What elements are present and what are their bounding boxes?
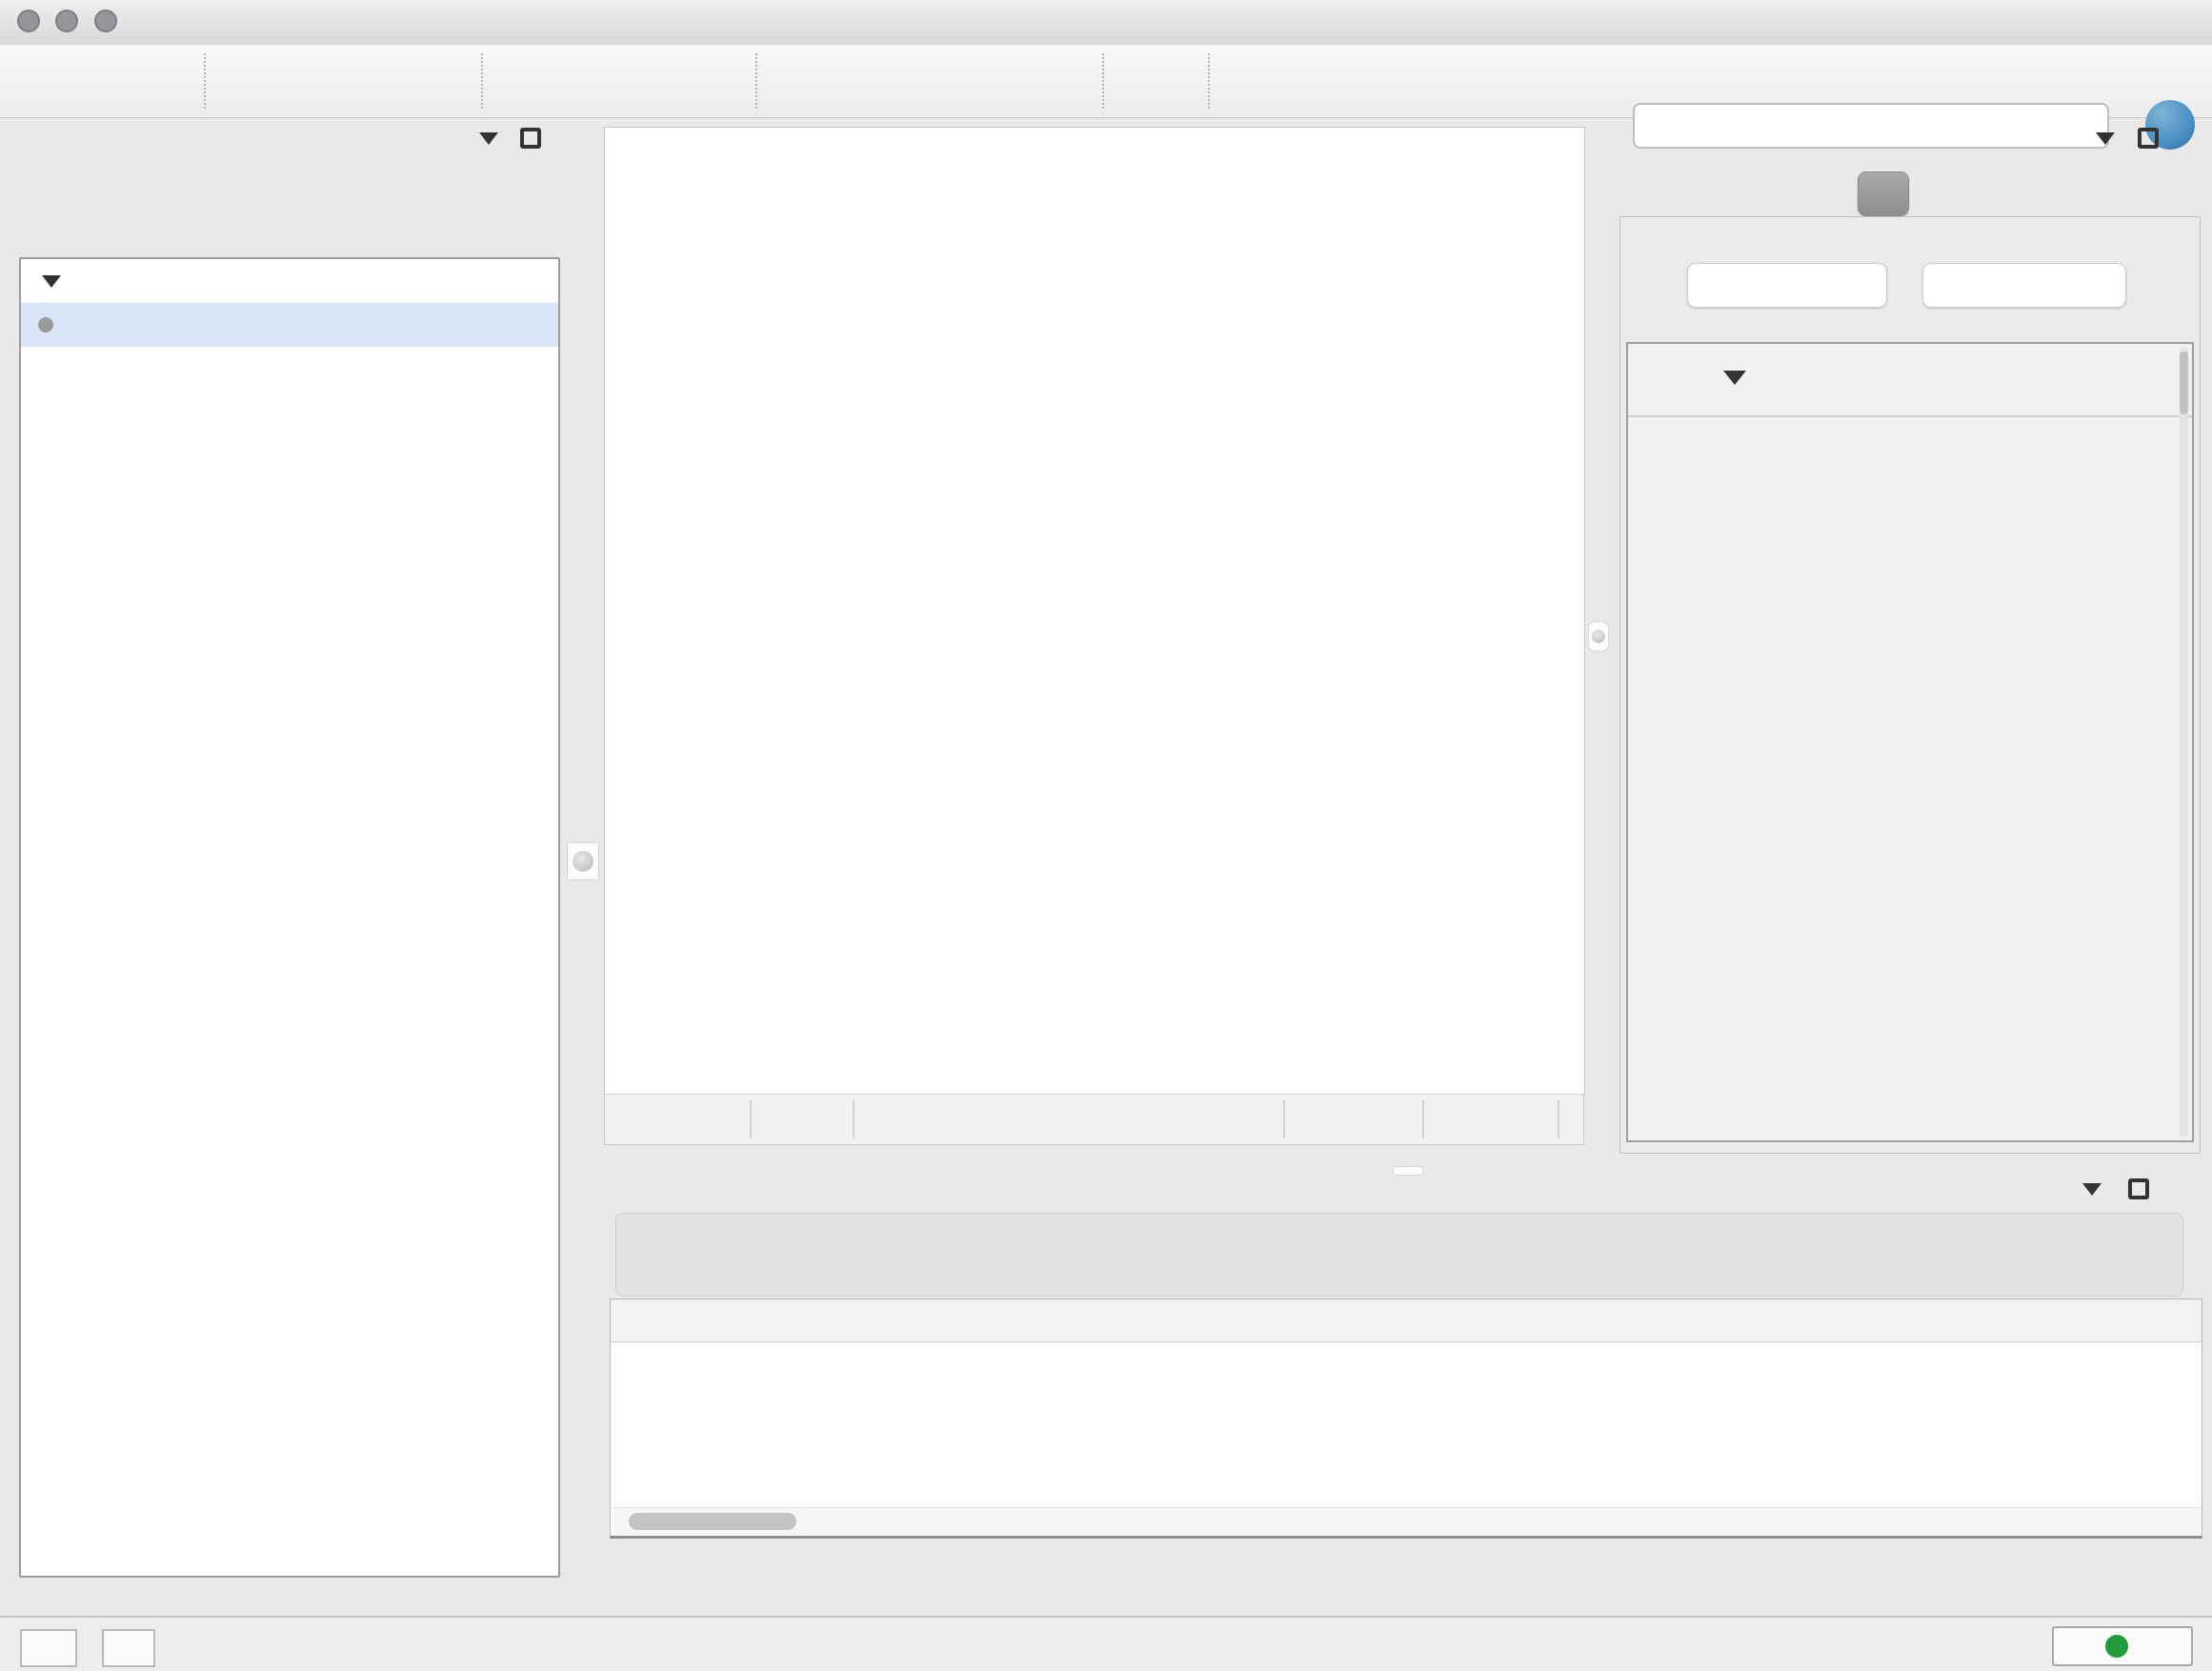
table-header-row (611, 1299, 2202, 1342)
protein-header-row[interactable] (1628, 344, 2192, 417)
warning-status-button[interactable] (102, 1629, 155, 1667)
protein-expander-icon[interactable] (1723, 371, 1746, 385)
network-tree (19, 257, 560, 1578)
table-toolbar (615, 1213, 2183, 1297)
results-panel (1608, 117, 2212, 1166)
results-scrollbar-thumb[interactable] (2180, 352, 2188, 414)
table-horizontal-scrollbar (612, 1507, 2202, 1535)
toolbar-separator (1102, 53, 1104, 109)
node-table (610, 1299, 2202, 1539)
network-row[interactable] (21, 303, 558, 347)
float-panel-icon[interactable] (520, 128, 541, 149)
left-splitter-handle[interactable] (567, 842, 599, 880)
status-bar (0, 1616, 2212, 1671)
protein-structure-image (1668, 468, 2059, 849)
close-window-icon[interactable] (17, 10, 40, 32)
network-status-dot (38, 317, 53, 332)
collapse-all-button[interactable] (1922, 263, 2126, 308)
expand-all-button[interactable] (1687, 263, 1887, 308)
memory-button[interactable] (2052, 1626, 2193, 1666)
protein-details-card (1626, 342, 2194, 1142)
collapse-table-icon[interactable] (2082, 1183, 2101, 1196)
minimize-window-icon[interactable] (55, 10, 78, 32)
table-panel (600, 1174, 2212, 1612)
memory-status-dot (2105, 1635, 2128, 1658)
toolbar-separator (755, 53, 757, 109)
network-view-toolbar (604, 1094, 1584, 1145)
right-splitter-handle[interactable] (1588, 621, 1609, 652)
network-canvas[interactable] (604, 127, 1585, 1096)
network-collection-row[interactable] (21, 259, 558, 303)
float-table-icon[interactable] (2128, 1178, 2149, 1199)
table-row[interactable] (611, 1342, 2202, 1384)
results-scrollbar (2180, 348, 2188, 1137)
string-results-box (1619, 216, 2201, 1154)
table-scrollbar-thumb[interactable] (629, 1513, 796, 1530)
collection-expander-icon[interactable] (42, 275, 61, 288)
main-toolbar (0, 45, 2212, 118)
toolbar-separator (1208, 53, 1210, 109)
tab-string[interactable] (1858, 171, 1909, 216)
collapse-results-icon[interactable] (2096, 132, 2115, 145)
zoom-window-icon[interactable] (94, 10, 117, 32)
control-panel (11, 117, 564, 1603)
float-results-icon[interactable] (2138, 128, 2159, 149)
network-selection-bar (11, 216, 564, 258)
application-window (0, 0, 2212, 1671)
title-bar (0, 0, 2212, 46)
network-view (600, 117, 1587, 1166)
cloud-status-button[interactable] (20, 1629, 77, 1667)
toolbar-separator (481, 53, 483, 109)
collapse-panel-icon[interactable] (479, 132, 498, 145)
toolbar-separator (204, 53, 206, 109)
